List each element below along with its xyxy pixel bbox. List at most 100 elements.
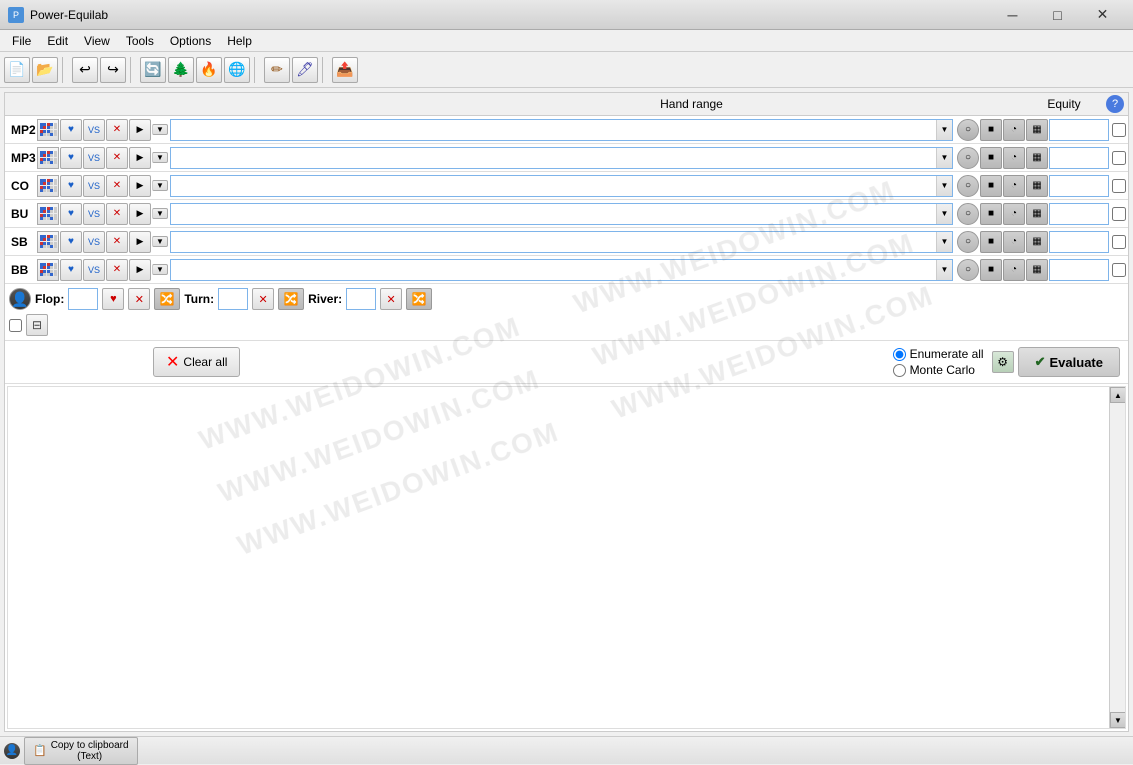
range-grid-co[interactable]	[37, 175, 59, 197]
enumerate-all-option[interactable]: Enumerate all	[893, 347, 984, 361]
river-clear-btn[interactable]: ✕	[380, 288, 402, 310]
range-input-co[interactable]	[171, 180, 936, 192]
hero-icon[interactable]: 👤	[9, 288, 31, 310]
dropdown-bu[interactable]: ▼	[152, 208, 168, 219]
range-input-mp2[interactable]	[171, 124, 936, 136]
turn-clear-btn[interactable]: ✕	[252, 288, 274, 310]
toolbar-globe[interactable]: 🌐	[224, 57, 250, 83]
range-dropdown-bb[interactable]: ▼	[936, 260, 952, 280]
equity-check-sb[interactable]	[1112, 235, 1126, 249]
range-dropdown-mp2[interactable]: ▼	[936, 120, 952, 140]
dropdown-mp2[interactable]: ▼	[152, 124, 168, 135]
eq-bar-bb[interactable]: ▦	[1026, 259, 1048, 281]
eq-square-sb[interactable]: ■	[980, 231, 1002, 253]
range-input-mp3[interactable]	[171, 152, 936, 164]
range-grid-mp2[interactable]	[37, 119, 59, 141]
dropdown-mp3[interactable]: ▼	[152, 152, 168, 163]
range-dropdown-co[interactable]: ▼	[936, 176, 952, 196]
range-input-bu[interactable]	[171, 208, 936, 220]
arrow-btn-bu[interactable]: ▶	[129, 203, 151, 225]
equity-check-bb[interactable]	[1112, 263, 1126, 277]
river-icon-btn[interactable]: 🔀	[406, 288, 432, 310]
eq-bar-mp3[interactable]: ▦	[1026, 147, 1048, 169]
river-card[interactable]	[346, 288, 376, 310]
clear-btn-mp2[interactable]: ✕	[106, 119, 128, 141]
toolbar-refresh[interactable]: 🔄	[140, 57, 166, 83]
eq-pie-bu[interactable]: ◔	[1003, 203, 1025, 225]
help-button[interactable]: ?	[1106, 95, 1124, 113]
toolbar-export[interactable]: 📤	[332, 57, 358, 83]
eq-pie-co[interactable]: ◔	[1003, 175, 1025, 197]
eq-pie-mp3[interactable]: ◔	[1003, 147, 1025, 169]
minimize-button[interactable]: ─	[990, 0, 1035, 30]
eq-pie-mp2[interactable]: ◔	[1003, 119, 1025, 141]
toolbar-undo[interactable]: ↩	[72, 57, 98, 83]
vs-btn-mp3[interactable]: VS	[83, 147, 105, 169]
turn-icon-btn[interactable]: 🔀	[278, 288, 304, 310]
suit-btn-bu[interactable]: ♥	[60, 203, 82, 225]
toolbar-redo[interactable]: ↪	[100, 57, 126, 83]
monte-carlo-radio[interactable]	[893, 364, 906, 377]
dropdown-co[interactable]: ▼	[152, 180, 168, 191]
maximize-button[interactable]: □	[1035, 0, 1080, 30]
clear-btn-mp3[interactable]: ✕	[106, 147, 128, 169]
equity-value-bu[interactable]	[1049, 203, 1109, 225]
evaluate-button[interactable]: ✔ Evaluate	[1018, 347, 1120, 377]
equity-value-bb[interactable]	[1049, 259, 1109, 281]
toolbar-fire[interactable]: 🔥	[196, 57, 222, 83]
menu-tools[interactable]: Tools	[118, 32, 162, 50]
vs-btn-co[interactable]: VS	[83, 175, 105, 197]
enumerate-all-radio[interactable]	[893, 348, 906, 361]
equity-value-mp3[interactable]	[1049, 147, 1109, 169]
eq-circle-mp3[interactable]: ○	[957, 147, 979, 169]
eq-bar-co[interactable]: ▦	[1026, 175, 1048, 197]
vs-btn-bu[interactable]: VS	[83, 203, 105, 225]
equity-check-co[interactable]	[1112, 179, 1126, 193]
menu-file[interactable]: File	[4, 32, 39, 50]
range-grid-sb[interactable]	[37, 231, 59, 253]
scroll-up-arrow[interactable]: ▲	[1110, 387, 1126, 403]
eq-square-co[interactable]: ■	[980, 175, 1002, 197]
clear-btn-bu[interactable]: ✕	[106, 203, 128, 225]
range-dropdown-mp3[interactable]: ▼	[936, 148, 952, 168]
suit-btn-mp2[interactable]: ♥	[60, 119, 82, 141]
suit-btn-sb[interactable]: ♥	[60, 231, 82, 253]
eq-circle-mp2[interactable]: ○	[957, 119, 979, 141]
toolbar-new[interactable]: 📄	[4, 57, 30, 83]
eq-square-bb[interactable]: ■	[980, 259, 1002, 281]
range-grid-mp3[interactable]	[37, 147, 59, 169]
vs-btn-sb[interactable]: VS	[83, 231, 105, 253]
suit-btn-bb[interactable]: ♥	[60, 259, 82, 281]
toolbar-open[interactable]: 📂	[32, 57, 58, 83]
flop-card-1[interactable]	[68, 288, 98, 310]
eq-square-mp2[interactable]: ■	[980, 119, 1002, 141]
eq-circle-bb[interactable]: ○	[957, 259, 979, 281]
menu-options[interactable]: Options	[162, 32, 219, 50]
suit-btn-mp3[interactable]: ♥	[60, 147, 82, 169]
eq-bar-mp2[interactable]: ▦	[1026, 119, 1048, 141]
vs-btn-mp2[interactable]: VS	[83, 119, 105, 141]
arrow-btn-mp3[interactable]: ▶	[129, 147, 151, 169]
equity-check-bu[interactable]	[1112, 207, 1126, 221]
range-dropdown-sb[interactable]: ▼	[936, 232, 952, 252]
menu-help[interactable]: Help	[219, 32, 260, 50]
eq-pie-sb[interactable]: ◔	[1003, 231, 1025, 253]
equity-check-mp3[interactable]	[1112, 151, 1126, 165]
toolbar-pencil[interactable]: ✏	[264, 57, 290, 83]
scroll-down-arrow[interactable]: ▼	[1110, 712, 1126, 728]
vs-btn-bb[interactable]: VS	[83, 259, 105, 281]
arrow-btn-mp2[interactable]: ▶	[129, 119, 151, 141]
range-grid-bb[interactable]	[37, 259, 59, 281]
filter-btn[interactable]: ⊟	[26, 314, 48, 336]
flop-icon-btn[interactable]: 🔀	[154, 288, 180, 310]
close-button[interactable]: ✕	[1080, 0, 1125, 30]
clear-btn-co[interactable]: ✕	[106, 175, 128, 197]
eq-circle-bu[interactable]: ○	[957, 203, 979, 225]
eq-bar-sb[interactable]: ▦	[1026, 231, 1048, 253]
clipboard-button[interactable]: 📋 Copy to clipboard (Text)	[24, 737, 138, 765]
range-dropdown-bu[interactable]: ▼	[936, 204, 952, 224]
dropdown-sb[interactable]: ▼	[152, 236, 168, 247]
eq-pie-bb[interactable]: ◔	[1003, 259, 1025, 281]
eq-square-mp3[interactable]: ■	[980, 147, 1002, 169]
equity-value-co[interactable]	[1049, 175, 1109, 197]
